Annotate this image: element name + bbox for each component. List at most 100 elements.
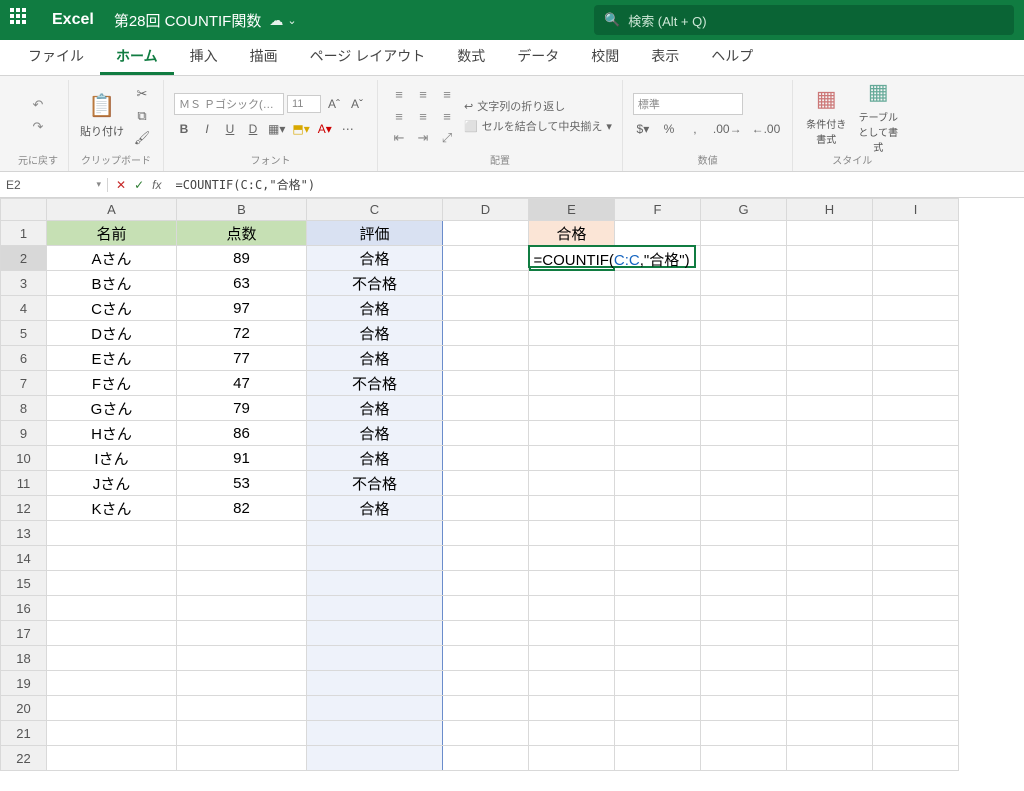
cell-C21[interactable]	[307, 721, 443, 746]
cell-D1[interactable]	[443, 221, 529, 246]
cell-F21[interactable]	[615, 721, 701, 746]
cell-I15[interactable]	[873, 571, 959, 596]
cell-F5[interactable]	[615, 321, 701, 346]
cell-B15[interactable]	[177, 571, 307, 596]
row-header-1[interactable]: 1	[1, 221, 47, 246]
cell-B6[interactable]: 77	[177, 346, 307, 371]
col-header-G[interactable]: G	[701, 199, 787, 221]
cell-G11[interactable]	[701, 471, 787, 496]
cell-H16[interactable]	[787, 596, 873, 621]
cell-H21[interactable]	[787, 721, 873, 746]
cell-G3[interactable]	[701, 271, 787, 296]
cell-D5[interactable]	[443, 321, 529, 346]
row-header-15[interactable]: 15	[1, 571, 47, 596]
row-header-18[interactable]: 18	[1, 646, 47, 671]
bold-button[interactable]: B	[174, 119, 194, 139]
cell-H6[interactable]	[787, 346, 873, 371]
cell-I21[interactable]	[873, 721, 959, 746]
cell-A15[interactable]	[47, 571, 177, 596]
cell-E19[interactable]	[529, 671, 615, 696]
cell-I6[interactable]	[873, 346, 959, 371]
cell-I1[interactable]	[873, 221, 959, 246]
cell-B10[interactable]: 91	[177, 446, 307, 471]
cell-I17[interactable]	[873, 621, 959, 646]
cell-G4[interactable]	[701, 296, 787, 321]
cell-E11[interactable]	[529, 471, 615, 496]
cell-D22[interactable]	[443, 746, 529, 771]
cell-E22[interactable]	[529, 746, 615, 771]
align-top-icon[interactable]: ≡	[388, 84, 410, 104]
tab-データ[interactable]: データ	[501, 38, 575, 75]
percent-button[interactable]: %	[659, 119, 679, 139]
cell-B16[interactable]	[177, 596, 307, 621]
row-header-9[interactable]: 9	[1, 421, 47, 446]
cell-C8[interactable]: 合格	[307, 396, 443, 421]
row-header-11[interactable]: 11	[1, 471, 47, 496]
row-header-14[interactable]: 14	[1, 546, 47, 571]
cell-B12[interactable]: 82	[177, 496, 307, 521]
col-header-C[interactable]: C	[307, 199, 443, 221]
cell-I13[interactable]	[873, 521, 959, 546]
cell-D21[interactable]	[443, 721, 529, 746]
fill-color-button[interactable]: ⬒▾	[290, 119, 311, 139]
cell-H7[interactable]	[787, 371, 873, 396]
tab-挿入[interactable]: 挿入	[174, 38, 234, 75]
cell-A14[interactable]	[47, 546, 177, 571]
cell-I2[interactable]	[873, 246, 959, 271]
paste-button[interactable]: 📋 貼り付け	[79, 85, 125, 147]
cell-B3[interactable]: 63	[177, 271, 307, 296]
cell-I5[interactable]	[873, 321, 959, 346]
row-header-20[interactable]: 20	[1, 696, 47, 721]
cell-A5[interactable]: Dさん	[47, 321, 177, 346]
wrap-text-button[interactable]: ↩文字列の折り返し	[464, 98, 612, 114]
cell-I4[interactable]	[873, 296, 959, 321]
row-header-19[interactable]: 19	[1, 671, 47, 696]
underline-button[interactable]: U	[220, 119, 240, 139]
col-header-H[interactable]: H	[787, 199, 873, 221]
cell-C10[interactable]: 合格	[307, 446, 443, 471]
row-header-17[interactable]: 17	[1, 621, 47, 646]
app-launcher-icon[interactable]	[10, 8, 34, 32]
cell-A6[interactable]: Eさん	[47, 346, 177, 371]
cell-G6[interactable]	[701, 346, 787, 371]
cell-F3[interactable]	[615, 271, 701, 296]
cell-E3[interactable]	[529, 271, 615, 296]
cell-D4[interactable]	[443, 296, 529, 321]
cell-F11[interactable]	[615, 471, 701, 496]
cell-A20[interactable]	[47, 696, 177, 721]
cell-H4[interactable]	[787, 296, 873, 321]
cell-I11[interactable]	[873, 471, 959, 496]
cell-B17[interactable]	[177, 621, 307, 646]
tab-ファイル[interactable]: ファイル	[12, 38, 100, 75]
cell-H2[interactable]	[787, 246, 873, 271]
cell-H13[interactable]	[787, 521, 873, 546]
align-center-icon[interactable]: ≡	[412, 106, 434, 126]
cell-C13[interactable]	[307, 521, 443, 546]
cell-H11[interactable]	[787, 471, 873, 496]
cell-D18[interactable]	[443, 646, 529, 671]
cell-C12[interactable]: 合格	[307, 496, 443, 521]
double-underline-button[interactable]: D	[243, 119, 263, 139]
cell-F17[interactable]	[615, 621, 701, 646]
cell-F18[interactable]	[615, 646, 701, 671]
cell-C2[interactable]: 合格	[307, 246, 443, 271]
cell-D12[interactable]	[443, 496, 529, 521]
cell-A16[interactable]	[47, 596, 177, 621]
cell-B20[interactable]	[177, 696, 307, 721]
select-all-corner[interactable]	[1, 199, 47, 221]
cell-C5[interactable]: 合格	[307, 321, 443, 346]
cell-I10[interactable]	[873, 446, 959, 471]
cell-G13[interactable]	[701, 521, 787, 546]
cell-H20[interactable]	[787, 696, 873, 721]
document-name[interactable]: 第28回 COUNTIF関数	[114, 10, 262, 31]
cell-C3[interactable]: 不合格	[307, 271, 443, 296]
cell-F8[interactable]	[615, 396, 701, 421]
decrease-decimal-button[interactable]: ←.00	[750, 119, 783, 139]
row-header-16[interactable]: 16	[1, 596, 47, 621]
cell-H17[interactable]	[787, 621, 873, 646]
cell-E15[interactable]	[529, 571, 615, 596]
italic-button[interactable]: I	[197, 119, 217, 139]
cell-D7[interactable]	[443, 371, 529, 396]
cell-A12[interactable]: Kさん	[47, 496, 177, 521]
cell-G15[interactable]	[701, 571, 787, 596]
